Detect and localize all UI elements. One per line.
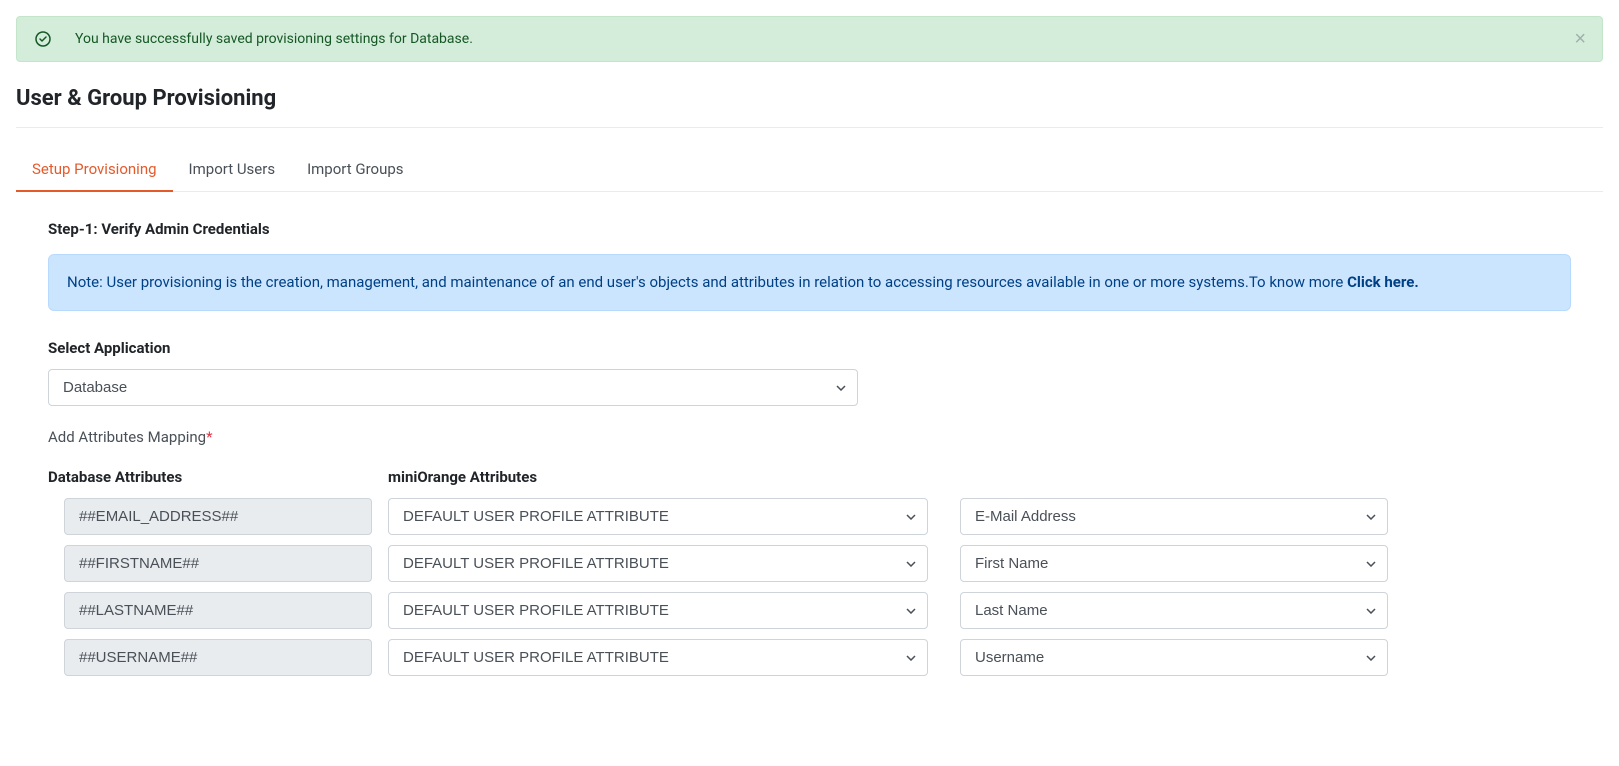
mo-attribute-value-select[interactable]: Username <box>960 639 1388 676</box>
db-attribute-input[interactable] <box>64 545 372 582</box>
col-header-mo: miniOrange Attributes <box>388 468 537 486</box>
mo-attribute-type-select[interactable]: DEFAULT USER PROFILE ATTRIBUTE <box>388 639 928 676</box>
mapping-label: Add Attributes Mapping* <box>48 428 1571 446</box>
page-title: User & Group Provisioning <box>0 86 1619 127</box>
info-note: Note: User provisioning is the creation,… <box>48 254 1571 311</box>
mapping-row: DEFAULT USER PROFILE ATTRIBUTE Last Name <box>48 592 1571 629</box>
mapping-columns-header: Database Attributes miniOrange Attribute… <box>48 468 1571 486</box>
success-alert: You have successfully saved provisioning… <box>16 16 1603 62</box>
divider <box>16 127 1603 128</box>
step-heading: Step-1: Verify Admin Credentials <box>48 220 1571 238</box>
tab-import-groups[interactable]: Import Groups <box>291 148 419 191</box>
close-icon: × <box>1574 28 1586 50</box>
tab-setup-provisioning[interactable]: Setup Provisioning <box>16 148 173 192</box>
mapping-row: DEFAULT USER PROFILE ATTRIBUTE Username <box>48 639 1571 676</box>
note-link[interactable]: Click here. <box>1347 273 1419 291</box>
check-circle-icon <box>35 31 51 47</box>
mo-attribute-type-select[interactable]: DEFAULT USER PROFILE ATTRIBUTE <box>388 498 928 535</box>
mapping-row: DEFAULT USER PROFILE ATTRIBUTE First Nam… <box>48 545 1571 582</box>
alert-message: You have successfully saved provisioning… <box>75 31 473 47</box>
select-application-dropdown[interactable]: Database <box>48 369 858 406</box>
mo-attribute-value-select[interactable]: Last Name <box>960 592 1388 629</box>
tabs: Setup Provisioning Import Users Import G… <box>16 148 1603 192</box>
db-attribute-input[interactable] <box>64 639 372 676</box>
tab-import-users[interactable]: Import Users <box>173 148 292 191</box>
select-application-label: Select Application <box>48 339 1571 357</box>
mo-attribute-value-select[interactable]: First Name <box>960 545 1388 582</box>
mo-attribute-type-select[interactable]: DEFAULT USER PROFILE ATTRIBUTE <box>388 545 928 582</box>
col-header-db: Database Attributes <box>48 468 182 486</box>
mapping-row: DEFAULT USER PROFILE ATTRIBUTE E-Mail Ad… <box>48 498 1571 535</box>
db-attribute-input[interactable] <box>64 498 372 535</box>
mo-attribute-type-select[interactable]: DEFAULT USER PROFILE ATTRIBUTE <box>388 592 928 629</box>
db-attribute-input[interactable] <box>64 592 372 629</box>
alert-close-button[interactable]: × <box>1574 29 1586 49</box>
mo-attribute-value-select[interactable]: E-Mail Address <box>960 498 1388 535</box>
note-text: Note: User provisioning is the creation,… <box>67 273 1347 291</box>
